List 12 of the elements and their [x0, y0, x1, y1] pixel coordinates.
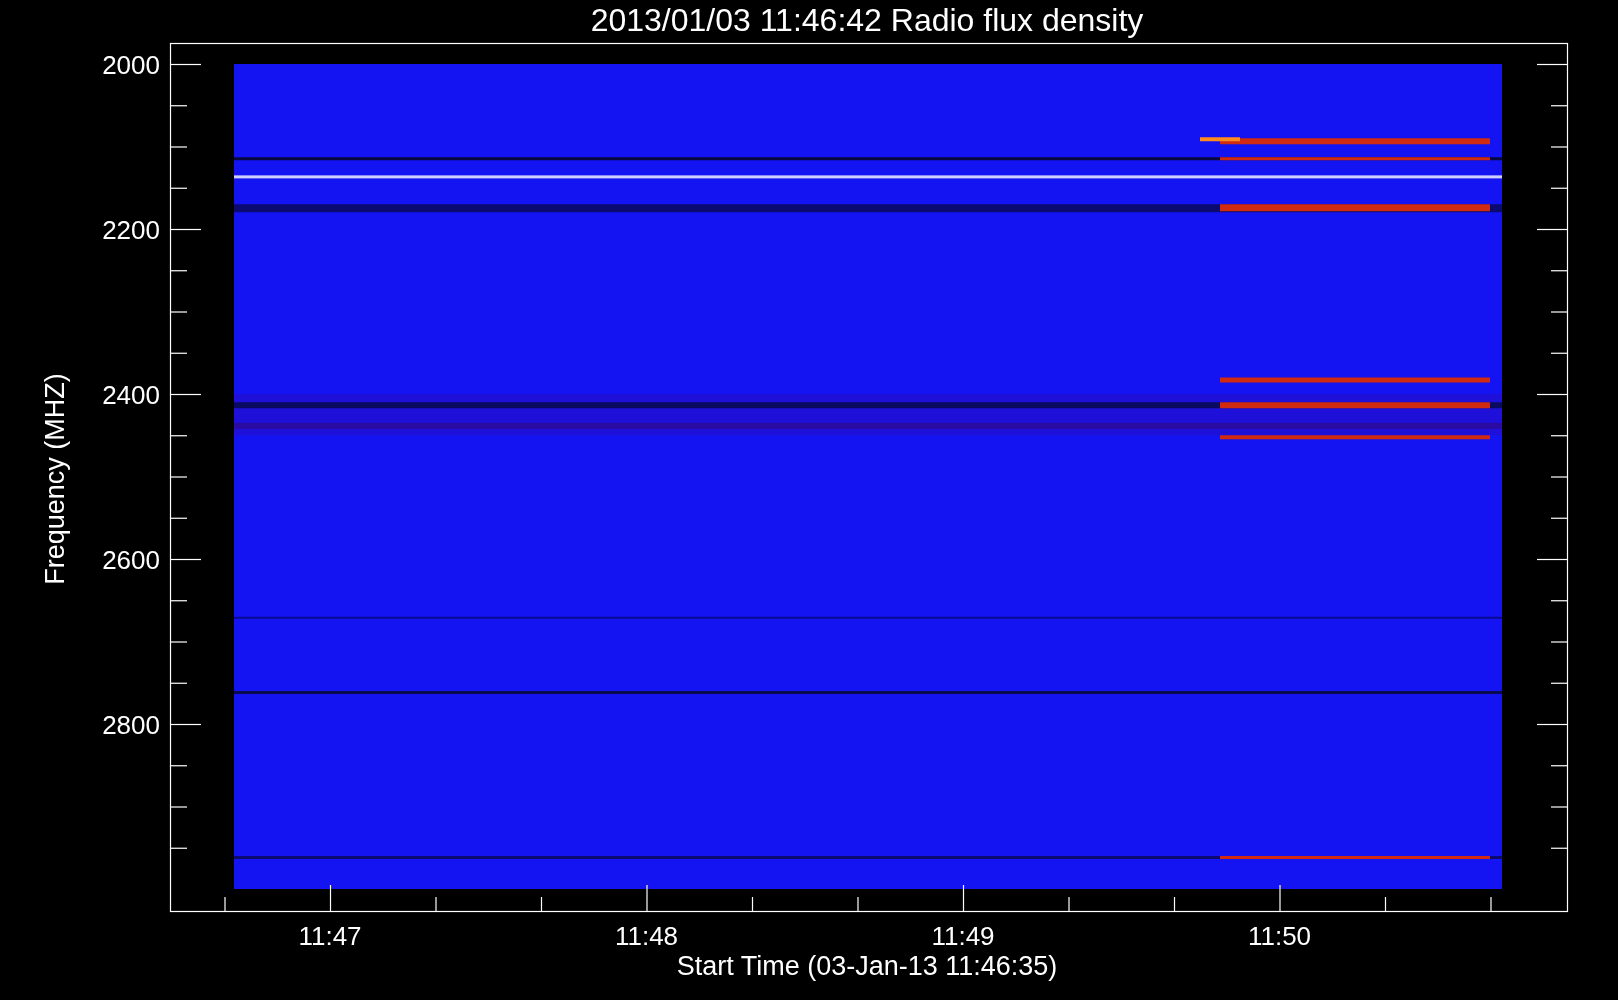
- chart-title: 2013/01/03 11:46:42 Radio flux density: [590, 2, 1144, 38]
- axis-label: Start Time (03-Jan-13 11:46:35): [676, 951, 1058, 981]
- tick-label: 2600: [102, 545, 160, 575]
- tick-label: 11:47: [298, 921, 362, 951]
- axis-label: Frequency (MHZ): [40, 373, 70, 585]
- tick-label: 2000: [102, 50, 160, 80]
- tick-label: 2200: [102, 215, 160, 245]
- tick-label: 2800: [102, 710, 160, 740]
- tick-label: 2400: [102, 380, 160, 410]
- tick-label: 11:48: [614, 921, 679, 951]
- tick-label: 11:49: [931, 921, 995, 951]
- tick-label: 11:50: [1247, 921, 1312, 951]
